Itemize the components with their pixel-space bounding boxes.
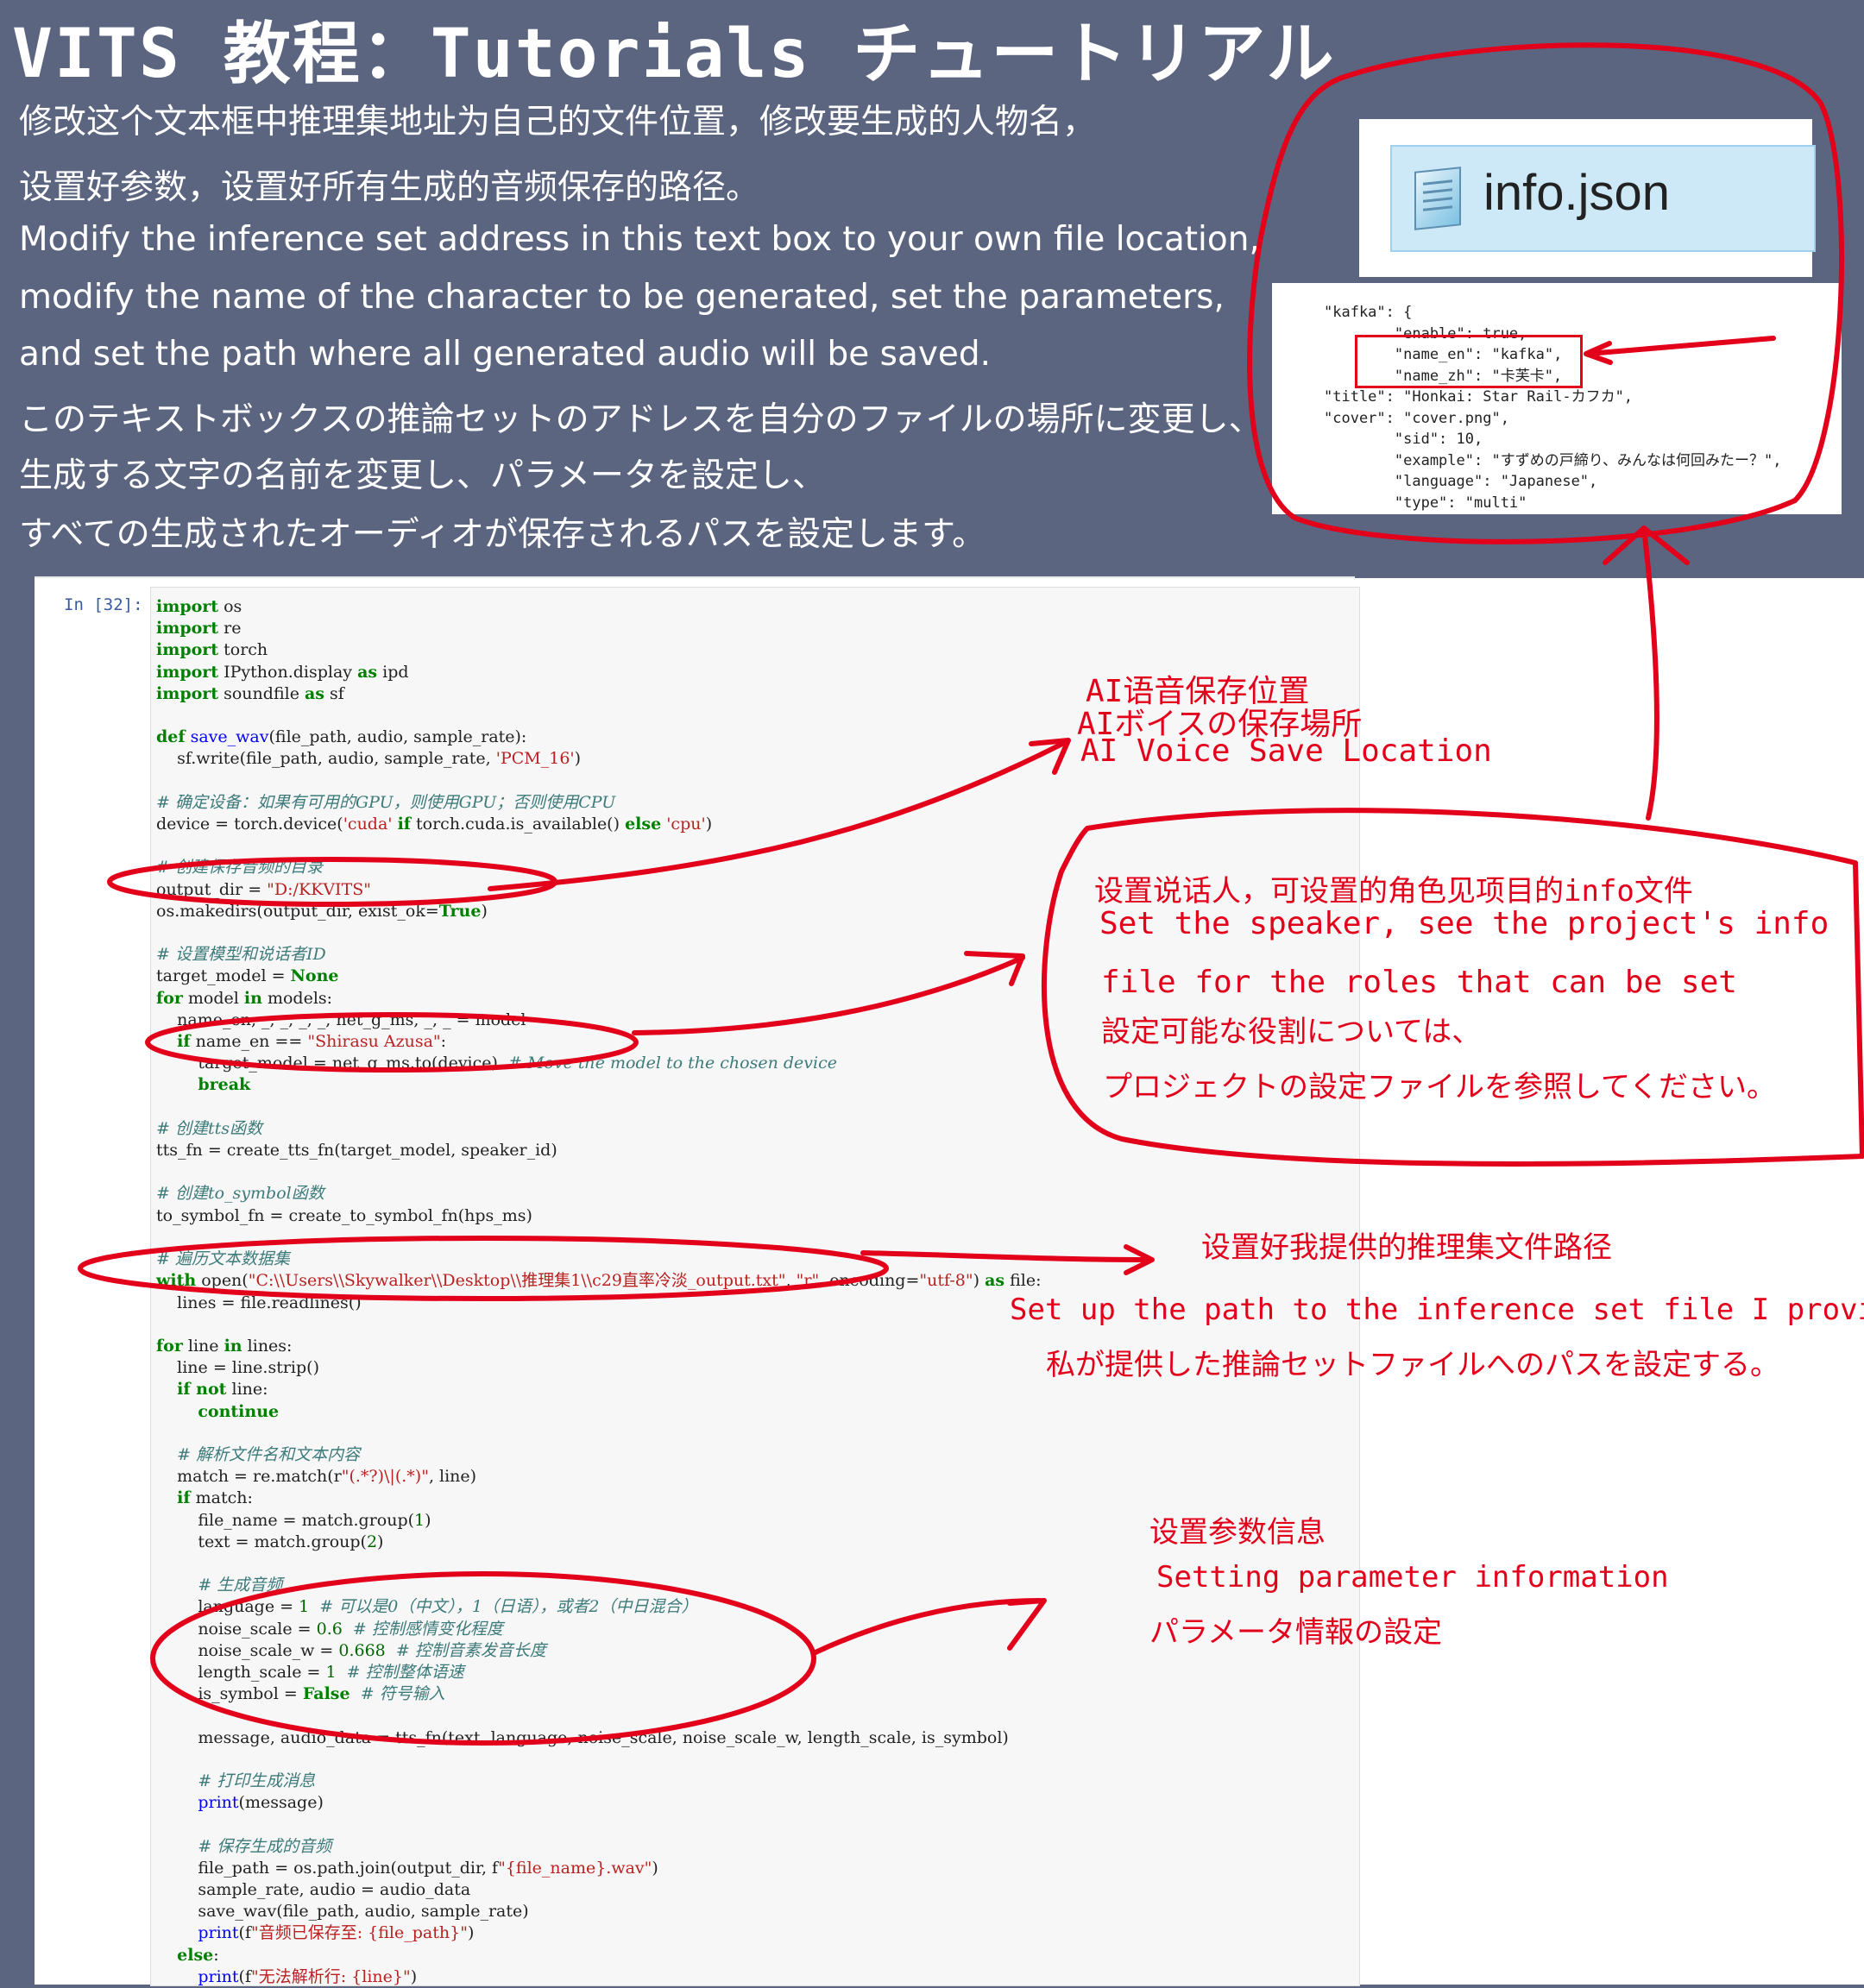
json-snippet: "kafka": { "enable": true, "name_en": "k…	[1324, 302, 1782, 513]
intro-line-en-2: modify the name of the character to be g…	[19, 278, 1225, 317]
parameters-note-ja: パラメータ情報の設定	[1149, 1615, 1442, 1650]
name-highlight-box	[1355, 335, 1583, 388]
save-location-note-en: AI Voice Save Location	[1080, 733, 1492, 769]
parameters-note-zh: 设置参数信息	[1149, 1515, 1326, 1550]
intro-line-ja-2: 生成する文字の名前を変更し、パラメータを設定し、	[19, 456, 826, 495]
inference-path-note-zh: 设置好我提供的推理集文件路径	[1201, 1230, 1612, 1265]
notepad-file-icon	[1414, 167, 1461, 230]
json-line: "example": "すずめの戸締り、みんなは何回みたー？",	[1324, 451, 1782, 469]
inference-path-note-ja: 私が提供した推論セットファイルへのパスを設定する。	[1046, 1348, 1779, 1382]
file-name-label: info.json	[1483, 165, 1671, 221]
intro-line-en-3: and set the path where all generated aud…	[19, 335, 992, 374]
json-line: "language": "Japanese",	[1324, 473, 1598, 490]
speaker-note-ja-2: プロジェクトの設定ファイルを参照してください。	[1103, 1070, 1776, 1104]
intro-line-ja-3: すべての生成されたオーディオが保存されるパスを設定します。	[19, 515, 986, 554]
code-text[interactable]: import os import re import torch import …	[156, 596, 1042, 1988]
intro-line-zh-2: 设置好参数，设置好所有生成的音频保存的路径。	[19, 168, 760, 207]
inference-path-note-en: Set up the path to the inference set fil…	[1010, 1293, 1864, 1327]
intro-line-en-1: Modify the inference set address in this…	[19, 220, 1260, 259]
json-line: "kafka": {	[1324, 304, 1413, 321]
info-json-file-item[interactable]: info.json	[1390, 145, 1816, 252]
code-editor[interactable]: import os import re import torch import …	[150, 587, 1360, 1986]
cell-prompt: In [32]:	[64, 595, 143, 614]
speaker-note-en-2: file for the roles that can be set	[1101, 965, 1737, 1000]
json-line: "title": "Honkai: Star Rail-カフカ",	[1324, 388, 1634, 406]
intro-line-ja-1: このテキストボックスの推論セットのアドレスを自分のファイルの場所に変更し、	[19, 400, 1263, 439]
intro-line-zh-1: 修改这个文本框中推理集地址为自己的文件位置，修改要生成的人物名，	[19, 103, 1097, 142]
json-line: "type": "multi"	[1324, 494, 1527, 512]
notebook-code-cell[interactable]: In [32]: import os import re import torc…	[35, 578, 1864, 1986]
info-json-file-card: info.json	[1359, 119, 1816, 277]
speaker-note-zh: 设置说话人，可设置的角色见项目的info文件	[1094, 874, 1693, 909]
json-line: "sid": 10,	[1324, 431, 1483, 448]
json-line: "cover": "cover.png",	[1324, 409, 1509, 427]
parameters-note-en: Setting parameter information	[1156, 1560, 1669, 1595]
speaker-note-en-1: Set the speaker, see the project's info	[1099, 906, 1829, 941]
json-snippet-card: "kafka": { "enable": true, "name_en": "k…	[1272, 283, 1842, 514]
speaker-note-ja-1: 設定可能な役割については、	[1101, 1015, 1482, 1049]
page-title: VITS 教程：Tutorials チュートリアル	[12, 16, 1336, 93]
